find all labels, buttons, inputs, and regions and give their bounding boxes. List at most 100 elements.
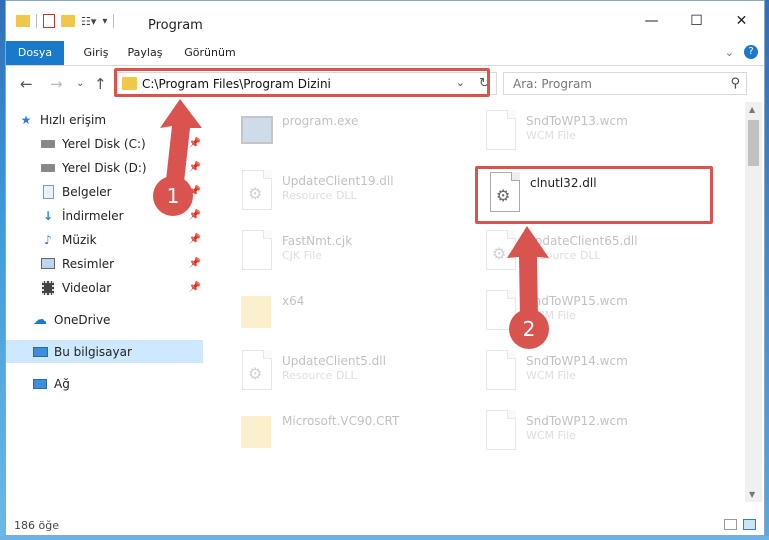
download-icon: ↓ [42,208,54,223]
file-name: UpdateClient65.dll [526,234,638,248]
up-arrow-icon[interactable]: ↑ [94,75,107,93]
sidebar-item-label: Yerel Disk (C:) [62,136,146,151]
file-name: SndToWP13.wcm [526,114,628,128]
file-item[interactable]: Microsoft.VC90.CRT [237,406,467,458]
sidebar-item-videos[interactable]: Videolar 📌 [6,276,203,299]
help-icon[interactable]: ? [744,45,758,59]
scroll-up-icon[interactable]: ▲ [749,105,755,114]
desktop-edge-bottom [0,536,769,540]
drive-icon [40,161,56,175]
file-list: program.exe SndToWP13.wcm WCM File ⚙ Upd… [209,102,745,502]
search-input[interactable]: Ara: Program ⚲ [503,72,747,95]
scroll-down-icon[interactable]: ▼ [749,490,755,499]
sidebar-item-label: Bu bilgisayar [54,344,132,359]
dll-icon: ⚙ [481,230,521,274]
properties-icon[interactable] [43,14,55,28]
sidebar-item-quick-access[interactable]: ★ Hızlı erişim [6,108,203,131]
video-icon [40,280,56,295]
pin-icon[interactable]: 📌 [189,234,201,245]
ribbon-tabs: Dosya Giriş Paylaş Görünüm ⌄ ? [6,41,764,66]
back-arrow-icon[interactable]: ← [20,75,33,93]
file-item[interactable]: SndToWP13.wcm WCM File [481,106,711,158]
document-icon [237,230,277,274]
file-name: SndToWP15.wcm [526,294,628,308]
pin-icon[interactable]: 📌 [189,282,201,293]
window-title: Program [148,18,203,33]
file-name: FastNmt.cjk [282,234,353,248]
file-item[interactable]: SndToWP14.wcm WCM File [481,346,711,398]
sidebar-item-onedrive[interactable]: ☁ OneDrive [6,308,203,331]
file-item[interactable]: SndToWP12.wcm WCM File [481,406,711,458]
file-name: program.exe [282,114,359,128]
file-type: CJK File [282,249,323,262]
document-icon [481,350,521,394]
separator [113,14,115,28]
folder-icon [16,15,30,27]
pin-icon[interactable]: 📌 [189,138,201,149]
file-name: SndToWP12.wcm [526,414,628,428]
sidebar-item-music[interactable]: ♪ Müzik 📌 [6,228,203,251]
new-folder-icon[interactable] [61,15,75,27]
sidebar-item-label: Ağ [54,376,70,391]
view-options-icon[interactable]: ☷▾ [81,15,96,28]
document-icon [481,110,521,154]
vertical-scrollbar[interactable]: ▲ ▼ [745,102,762,502]
sidebar-item-label: Müzik [62,232,97,247]
recent-locations-icon[interactable]: ⌄ [76,78,84,89]
file-item[interactable]: program.exe [237,106,467,158]
tab-dosya[interactable]: Dosya [6,41,64,65]
file-type: Resource DLL [282,189,357,202]
sidebar-item-this-pc[interactable]: Bu bilgisayar [6,340,203,363]
file-type: WCM File [526,369,576,382]
pin-icon[interactable]: 📌 [189,258,201,269]
file-item[interactable]: ⚙ UpdateClient19.dll Resource DLL [237,166,467,218]
pin-icon[interactable]: 📌 [189,162,201,173]
sidebar-item-label: İndirmeler [62,208,124,223]
tab-giris[interactable]: Giriş [76,41,116,65]
drive-icon [40,137,56,151]
sidebar-item-disk-c[interactable]: Yerel Disk (C:) 📌 [6,132,203,155]
dll-icon: ⚙ [237,350,277,394]
close-button[interactable]: ✕ [719,1,764,41]
file-name: UpdateClient5.dll [282,354,386,368]
sidebar-item-network[interactable]: Ağ [6,372,203,395]
scrollbar-thumb[interactable] [748,120,759,166]
folder-icon [237,290,277,334]
file-item[interactable]: FastNmt.cjk CJK File [237,226,467,278]
file-name: SndToWP14.wcm [526,354,628,368]
address-highlight-box [114,68,490,97]
sidebar-item-pictures[interactable]: Resimler 📌 [6,252,203,275]
file-name: UpdateClient19.dll [282,174,394,188]
computer-icon [32,345,48,359]
sidebar-item-label: Resimler [62,256,115,271]
music-icon: ♪ [44,232,52,247]
step-badge-1: 1 [153,176,193,216]
minimize-button[interactable]: — [629,1,674,41]
tab-paylas[interactable]: Paylaş [124,41,166,65]
network-icon [32,377,48,391]
file-type: Resource DLL [526,249,601,262]
exe-icon [237,110,277,154]
file-item[interactable]: ⚙ UpdateClient65.dll Resource DLL [481,226,711,278]
file-type: WCM File [526,429,576,442]
quick-access-toolbar: ☷▾ ▾ [16,14,115,28]
customize-dropdown-icon[interactable]: ▾ [102,16,107,27]
file-item[interactable]: ⚙ UpdateClient5.dll Resource DLL [237,346,467,398]
tiles-view-icon[interactable] [743,519,756,530]
sidebar-item-label: Videolar [62,280,112,295]
file-name: x64 [282,294,305,308]
forward-arrow-icon[interactable]: → [50,75,63,93]
step-badge-2: 2 [509,309,549,349]
search-icon[interactable]: ⚲ [730,76,740,91]
file-type: WCM File [526,129,576,142]
details-view-icon[interactable] [724,519,737,530]
tab-gorunum[interactable]: Görünüm [180,41,240,65]
pin-icon[interactable]: 📌 [189,210,201,221]
sidebar-item-label: OneDrive [54,312,111,327]
expand-ribbon-icon[interactable]: ⌄ [725,46,734,59]
navigation-pane: ★ Hızlı erişim Yerel Disk (C:) 📌 Yerel D… [6,102,206,502]
folder-icon [237,410,277,454]
maximize-button[interactable]: ☐ [674,1,719,41]
sidebar-item-label: Belgeler [62,184,112,199]
file-item[interactable]: x64 [237,286,467,338]
